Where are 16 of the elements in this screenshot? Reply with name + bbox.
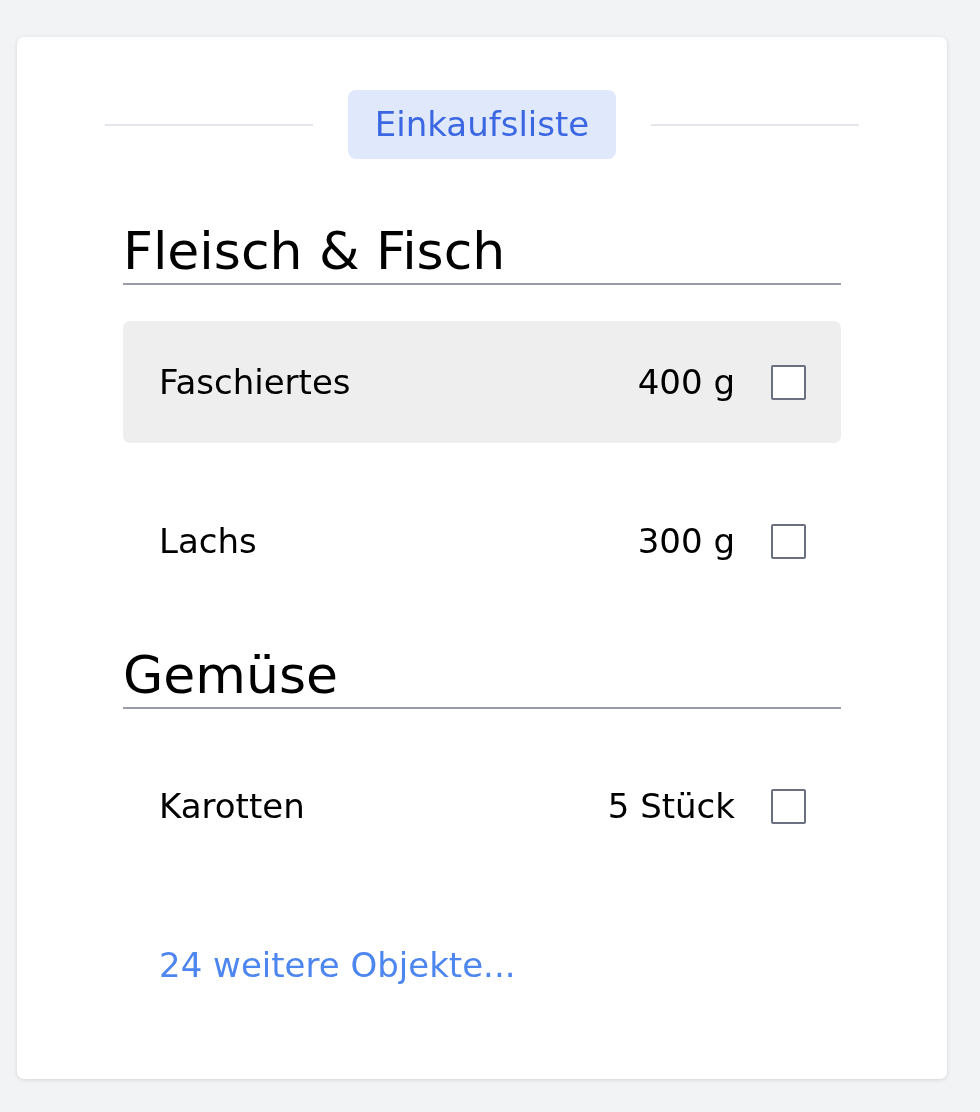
checkbox[interactable]	[771, 364, 806, 400]
checkbox[interactable]	[771, 523, 806, 559]
list-item[interactable]: Lachs 300 g	[123, 480, 841, 602]
section-heading: Gemüse	[123, 645, 841, 709]
checkbox[interactable]	[771, 788, 806, 824]
item-quantity: 300 g	[637, 521, 735, 561]
list-item[interactable]: Faschiertes 400 g	[123, 321, 841, 443]
list-item[interactable]: Karotten 5 Stück	[123, 745, 841, 867]
item-name: Karotten	[159, 786, 306, 826]
list-title: Einkaufsliste	[347, 90, 617, 159]
section-heading: Fleisch & Fisch	[123, 221, 841, 285]
more-items-link[interactable]: 24 weitere Objekte...	[159, 945, 516, 985]
item-quantity: 400 g	[637, 362, 735, 402]
item-quantity: 5 Stück	[607, 786, 735, 826]
item-name: Lachs	[159, 521, 258, 561]
item-name: Faschiertes	[159, 362, 352, 402]
